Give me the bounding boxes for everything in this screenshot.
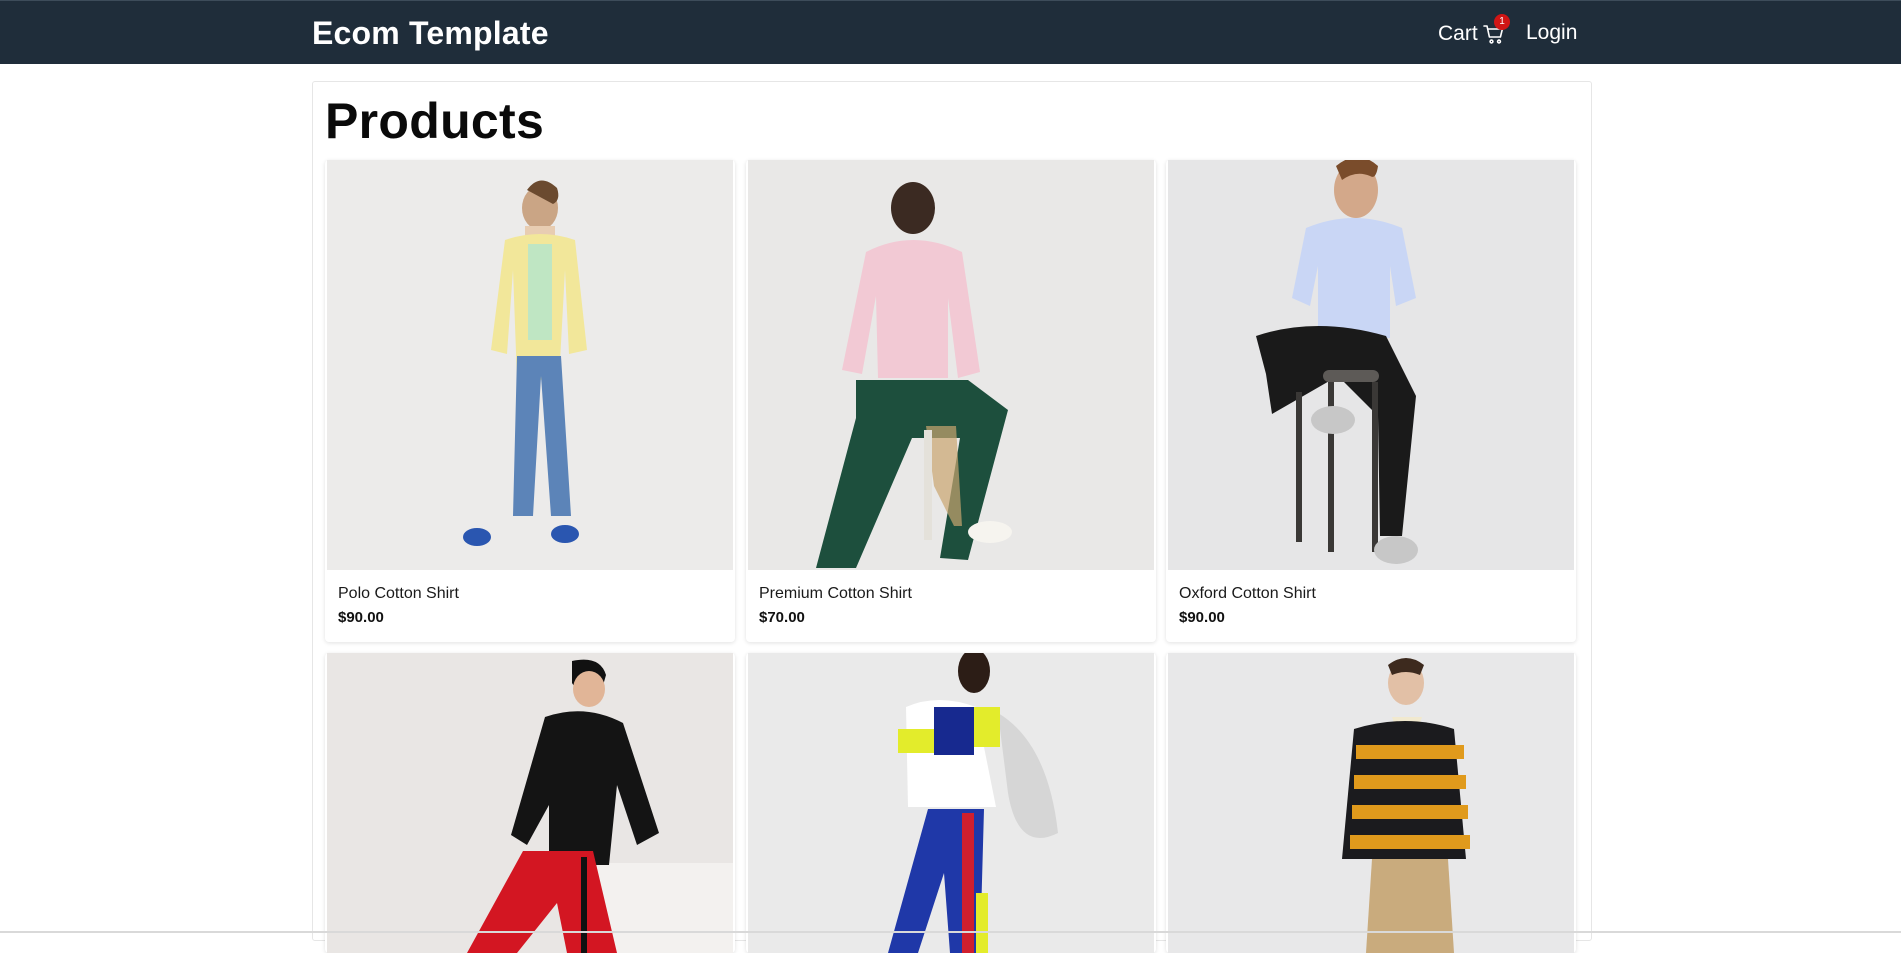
product-card[interactable] — [325, 653, 735, 953]
product-price: $90.00 — [338, 609, 384, 626]
product-card[interactable]: Oxford Cotton Shirt $90.00 — [1166, 160, 1576, 642]
navbar: Ecom Template Cart 1 Login — [0, 0, 1901, 64]
page-title: Products — [325, 93, 545, 149]
product-name[interactable]: Oxford Cotton Shirt — [1179, 585, 1316, 603]
product-card[interactable] — [1166, 653, 1576, 953]
product-image[interactable] — [327, 160, 733, 570]
brand-logo[interactable]: Ecom Template — [312, 15, 549, 52]
product-image[interactable] — [748, 160, 1154, 570]
product-image[interactable] — [748, 653, 1154, 953]
product-card[interactable]: Premium Cotton Shirt $70.00 — [746, 160, 1156, 642]
product-image[interactable] — [327, 653, 733, 953]
product-price: $90.00 — [1179, 609, 1225, 626]
product-name[interactable]: Premium Cotton Shirt — [759, 585, 912, 603]
product-name[interactable]: Polo Cotton Shirt — [338, 585, 459, 603]
product-image[interactable] — [1168, 653, 1574, 953]
login-link[interactable]: Login — [1526, 21, 1577, 45]
cart-count-badge: 1 — [1494, 14, 1510, 30]
product-price: $70.00 — [759, 609, 805, 626]
product-card[interactable] — [746, 653, 1156, 953]
cart-label: Cart — [1438, 22, 1478, 45]
product-card[interactable]: Polo Cotton Shirt $90.00 — [325, 160, 735, 642]
product-image[interactable] — [1168, 160, 1574, 570]
